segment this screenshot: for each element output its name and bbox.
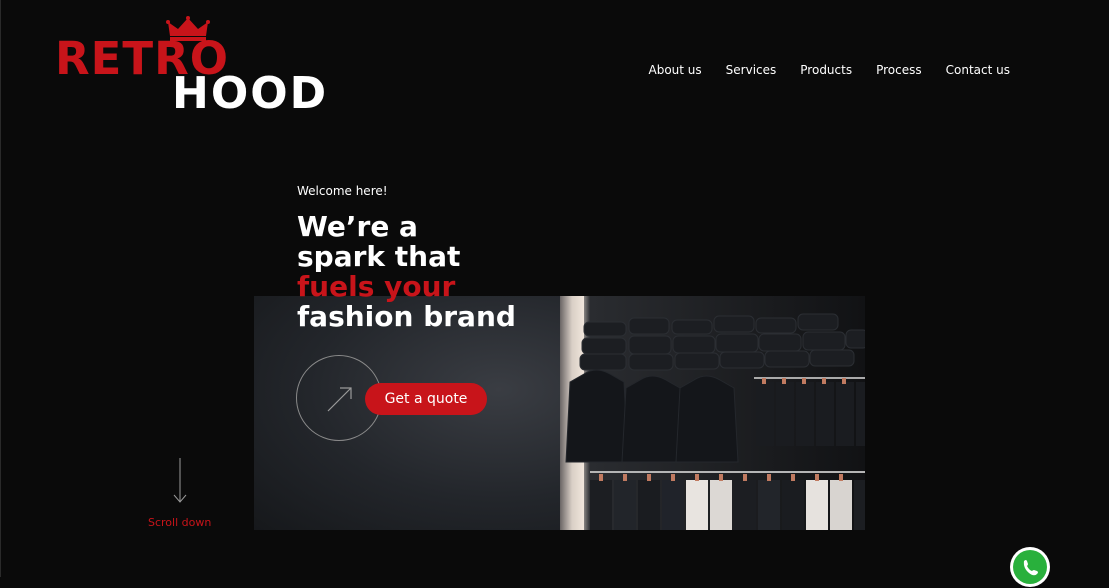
nav-services[interactable]: Services <box>726 63 777 77</box>
brand-logo[interactable]: RETRO HOOD <box>55 14 335 124</box>
nav-products[interactable]: Products <box>800 63 852 77</box>
welcome-text: Welcome here! <box>297 184 388 198</box>
frame-border <box>0 0 1 577</box>
nav-about-us[interactable]: About us <box>649 63 702 77</box>
headline-line-4: fashion brand <box>297 300 516 333</box>
headline-line-3: fuels your <box>297 270 456 303</box>
get-a-quote-button[interactable]: Get a quote <box>365 383 487 415</box>
whatsapp-button[interactable] <box>1010 547 1050 587</box>
nav-contact-us[interactable]: Contact us <box>946 63 1010 77</box>
headline-line-1: We’re a <box>297 210 418 243</box>
arrow-up-right-icon <box>327 387 352 412</box>
hero-headline: We’re a spark that fuels your fashion br… <box>297 212 516 332</box>
headline-line-2: spark that <box>297 240 461 273</box>
whatsapp-icon <box>1013 550 1047 584</box>
logo-hood-text: HOOD <box>172 68 329 119</box>
nav-process[interactable]: Process <box>876 63 922 77</box>
arrow-down-icon <box>173 458 187 503</box>
main-nav: About us Services Products Process Conta… <box>649 63 1010 77</box>
scroll-down-link[interactable]: Scroll down <box>148 516 211 529</box>
